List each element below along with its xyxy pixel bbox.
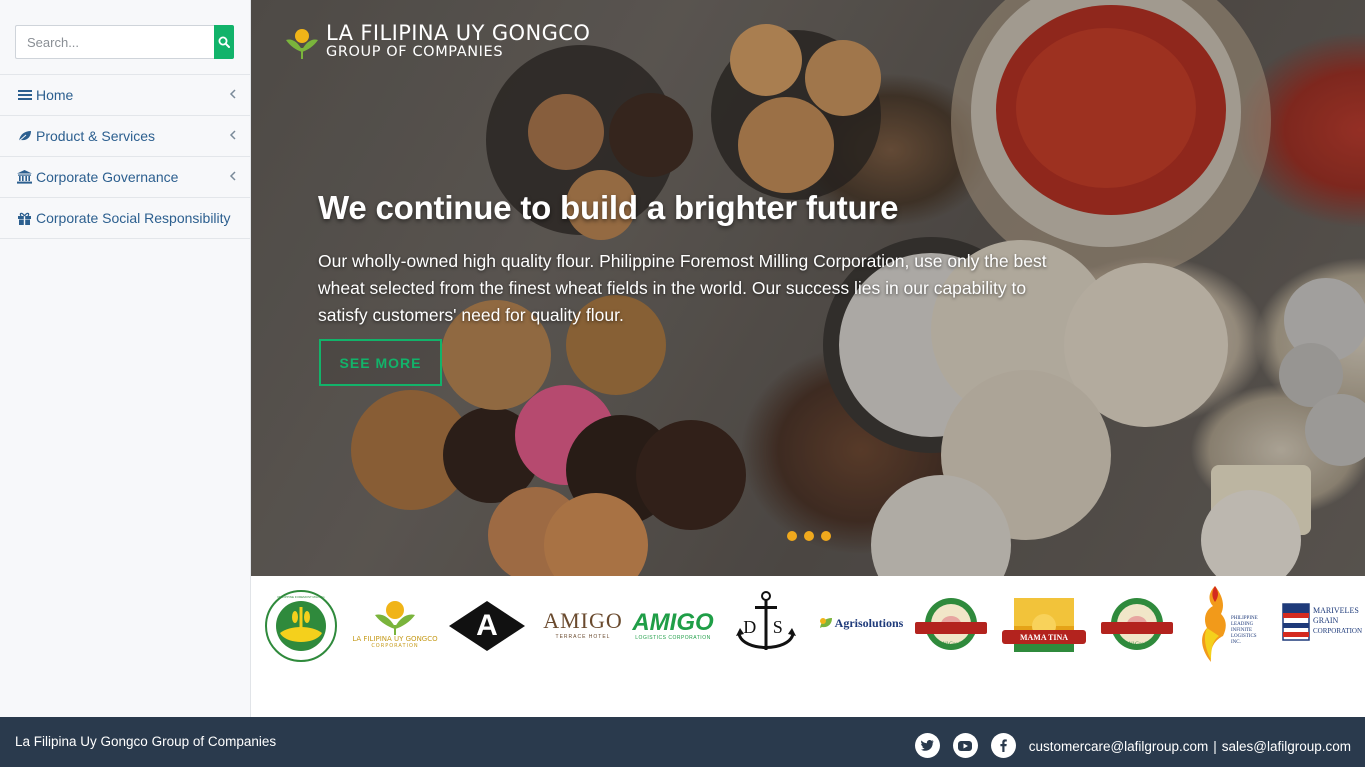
brand-logo-mama-tina[interactable]: MAMA TINA — [1002, 596, 1086, 656]
sidebar-nav: Home Product & Services Corporate Govern… — [0, 74, 250, 239]
carousel-dot-2[interactable] — [804, 531, 814, 541]
chevron-left-icon — [229, 89, 236, 99]
youtube-icon[interactable] — [952, 733, 978, 758]
facebook-icon[interactable] — [990, 733, 1016, 758]
brand-mama-tina-name: MAMA TINA — [1019, 632, 1069, 642]
search-bar — [15, 25, 234, 59]
hero-text: Our wholly-owned high quality flour. Phi… — [318, 251, 1047, 325]
brand-logo-amigo-logistics[interactable]: AMIGO LOGISTICS CORPORATION — [629, 608, 717, 644]
logo-subtitle: GROUP OF COMPANIES — [326, 44, 504, 60]
group-logo[interactable]: LA FILIPINA UY GONGCO GROUP OF COMPANIES — [284, 22, 590, 60]
chevron-left-icon — [229, 171, 236, 181]
sales-email-link[interactable]: sales@lafilgroup.com — [1222, 739, 1351, 754]
brand-logo-farm-2[interactable]: All Good — [1099, 594, 1175, 656]
brand-logo-mariveles-grain[interactable]: MARIVELES GRAIN CORPORATION — [1281, 602, 1365, 646]
brand-pfmc-ring-text: PHILIPPINE FOREMOST MILLING CORPORATION — [277, 595, 325, 599]
brand-mgc-line-3: CORPORATION — [1313, 627, 1363, 635]
brand-logo-amigo-terrace-hotel[interactable]: AMIGO TERRACE HOTEL — [543, 602, 623, 646]
carousel-indicators — [787, 531, 831, 541]
carousel-dot-3[interactable] — [821, 531, 831, 541]
brand-amigo-logistics-sub: LOGISTICS CORPORATION — [635, 635, 711, 641]
brand-amigo-name: AMIGO — [543, 608, 623, 633]
brand-amigo-logistics-name: AMIGO — [632, 609, 714, 636]
twitter-icon[interactable] — [914, 733, 940, 758]
brand-logo-agrisolutions[interactable]: Agrisolutions — [815, 612, 907, 634]
footer-contact: customercare@lafilgroup.com | sales@lafi… — [914, 733, 1351, 758]
chevron-left-icon — [229, 130, 236, 140]
see-more-button[interactable]: SEE MORE — [319, 339, 442, 386]
search-input[interactable] — [15, 25, 214, 59]
sidebar-item-csr[interactable]: Corporate Social Responsibility — [0, 198, 250, 239]
bank-icon — [17, 170, 32, 184]
sidebar-item-label: Product & Services — [36, 128, 156, 144]
brand-logo-a[interactable]: A — [448, 600, 526, 652]
brand-logo-lfug-corporation[interactable]: LA FILIPINA UY GONGCO CORPORATION — [349, 594, 441, 652]
brand-farm-2-sub: All Good — [1127, 642, 1147, 647]
sidebar-item-label: Corporate Governance — [36, 169, 179, 185]
brand-farm-1-sub: All Good — [941, 642, 961, 647]
brand-logo-plilc[interactable]: PHILIPPINE LEADING INFINITE LOGISTICS IN… — [1197, 584, 1267, 666]
brand-logo-farm-1[interactable]: All Good — [913, 594, 989, 656]
leaf-icon — [17, 129, 32, 143]
sidebar-item-label: Corporate Social Responsibility — [36, 210, 231, 226]
sidebar-item-home[interactable]: Home — [0, 75, 250, 116]
brand-plilc-name: PHILIPPINE LEADING INFINITE LOGISTICS IN… — [1231, 616, 1258, 645]
customercare-email-link[interactable]: customercare@lafilgroup.com — [1029, 739, 1209, 754]
gift-icon — [17, 211, 32, 225]
sidebar-item-label: Home — [36, 87, 74, 103]
brand-mgc-line-2: GRAIN — [1313, 616, 1339, 625]
footer-separator: | — [1213, 738, 1217, 754]
hero-title: We continue to build a brighter future — [318, 189, 899, 226]
sidebar: Home Product & Services Corporate Govern… — [0, 0, 251, 717]
logo-title: LA FILIPINA UY GONGCO — [326, 21, 591, 45]
brand-agrisolutions-name: Agrisolutions — [834, 615, 904, 630]
brand-lfug-sub: CORPORATION — [371, 643, 419, 649]
brand-a-letter: A — [476, 609, 498, 642]
brand-amigo-sub: TERRACE HOTEL — [555, 634, 611, 640]
sunflower-logo-icon — [286, 29, 318, 59]
brand-ds-letters: D S — [743, 616, 789, 637]
footer-company-name: La Filipina Uy Gongco Group of Companies — [15, 734, 277, 749]
bars-icon — [17, 88, 32, 102]
brand-logos-strip: PHILIPPINE FOREMOST MILLING CORPORATION … — [251, 576, 1365, 717]
carousel-dot-1[interactable] — [787, 531, 797, 541]
sidebar-item-governance[interactable]: Corporate Governance — [0, 157, 250, 198]
brand-lfug-name: LA FILIPINA UY GONGCO — [352, 635, 438, 643]
hero-carousel: LA FILIPINA UY GONGCO GROUP OF COMPANIES… — [251, 0, 1365, 576]
search-icon — [218, 36, 230, 48]
brand-mgc-line-1: MARIVELES — [1313, 606, 1359, 615]
brand-logo-ds-anchor[interactable]: D S — [735, 590, 797, 658]
search-button[interactable] — [214, 25, 234, 59]
footer: La Filipina Uy Gongco Group of Companies… — [0, 717, 1365, 767]
sidebar-item-products[interactable]: Product & Services — [0, 116, 250, 157]
brand-logo-pfmc[interactable]: PHILIPPINE FOREMOST MILLING CORPORATION — [264, 589, 338, 663]
